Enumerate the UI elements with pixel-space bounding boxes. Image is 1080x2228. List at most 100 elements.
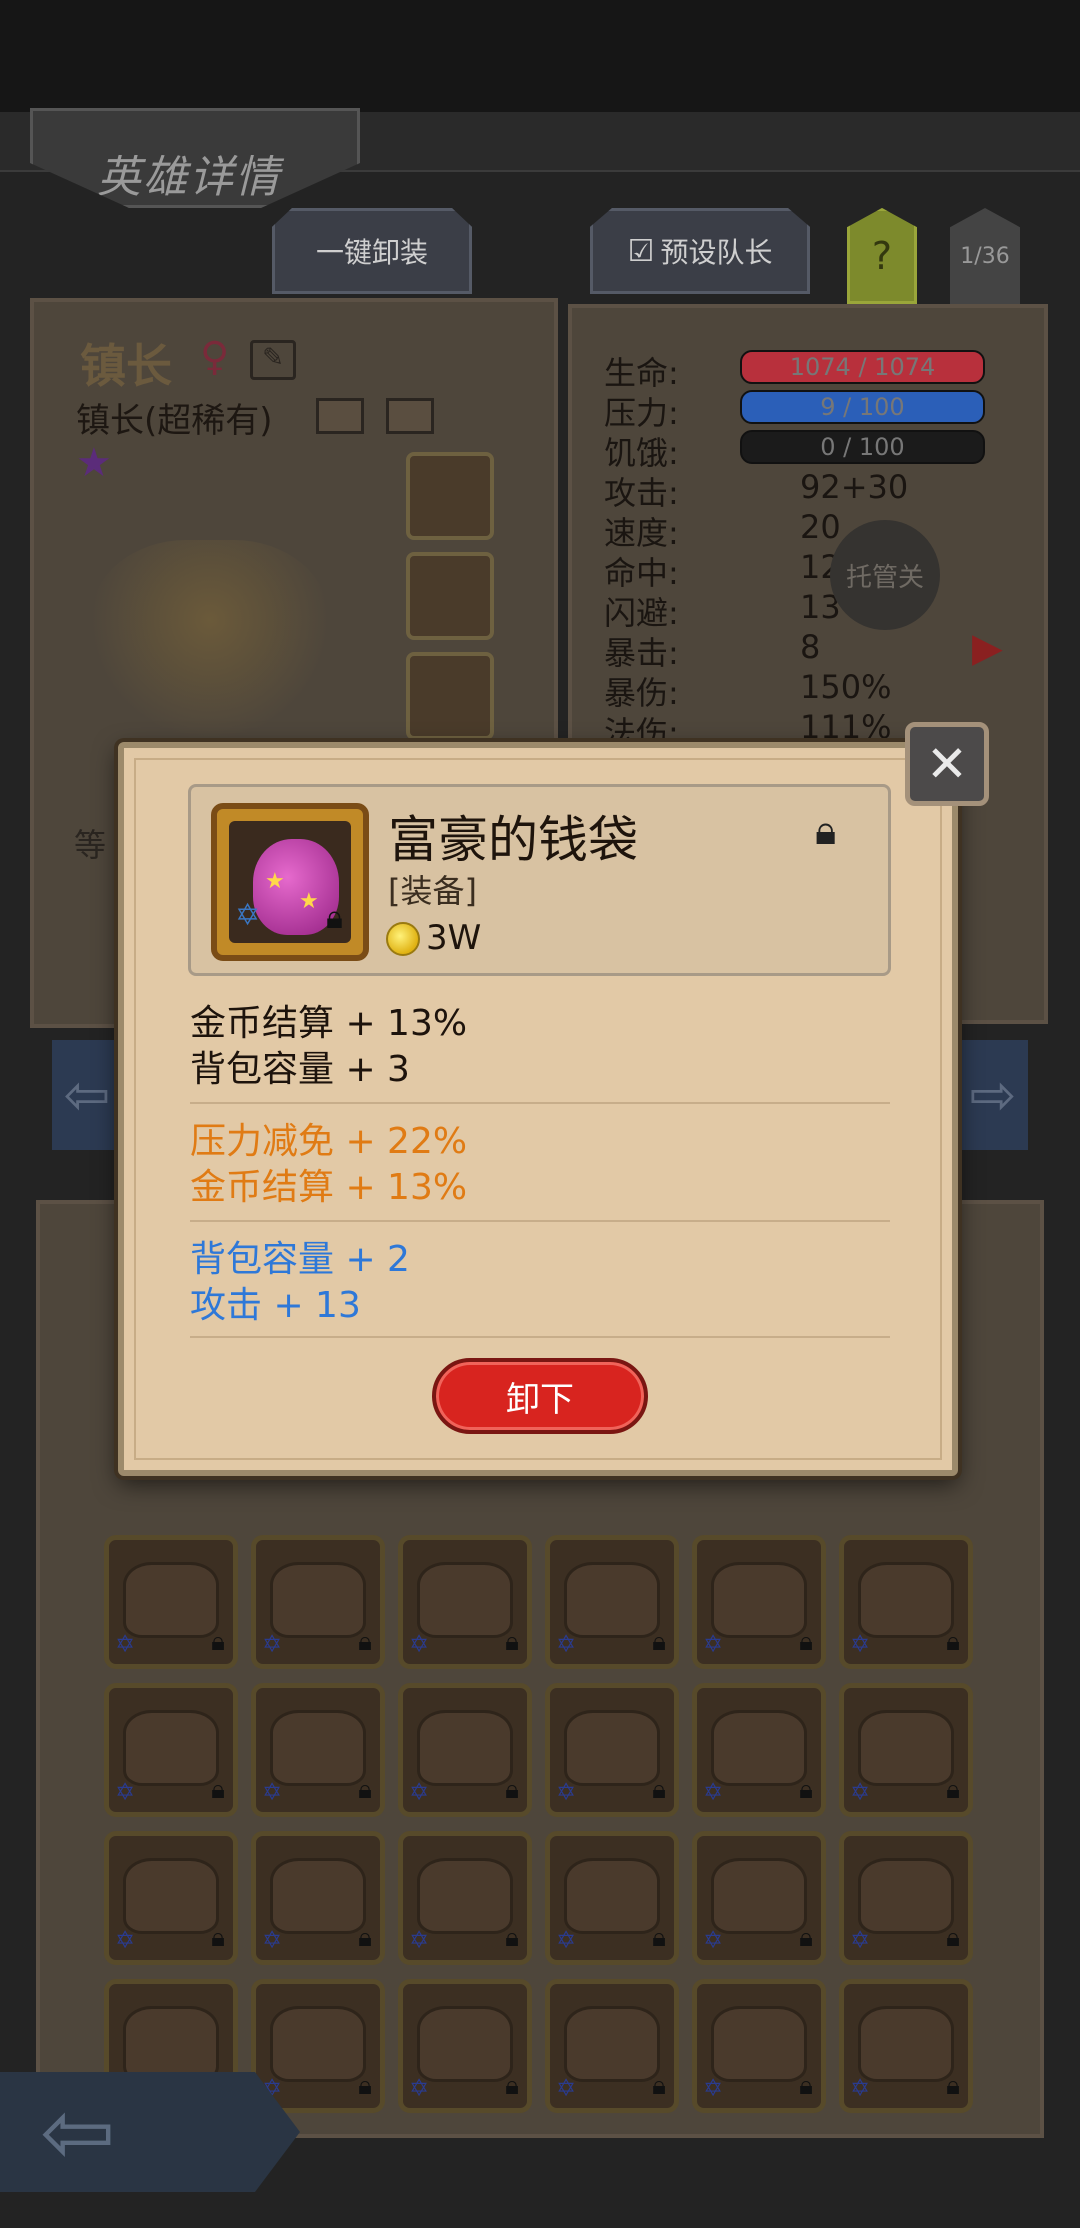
left-arrow-icon: ⇦ (63, 1062, 111, 1128)
coin-icon (386, 922, 420, 956)
chest-icon (417, 1562, 513, 1638)
inventory-slot[interactable]: 🔒︎ ✡ (104, 1535, 238, 1669)
inventory-slot[interactable]: 🔒︎✡ (839, 1979, 973, 2113)
help-button[interactable]: ? (847, 208, 917, 304)
lock-icon: 🔒︎ (799, 1775, 813, 1805)
inventory-slot[interactable]: 🔒︎✡ (839, 1535, 973, 1669)
chest-icon (858, 1858, 954, 1934)
bag-star-icon: ★ (299, 889, 319, 914)
stat-bar: 0 / 100 (740, 430, 985, 464)
checkbox-icon[interactable]: ☑ (628, 234, 655, 269)
inventory-slot[interactable]: 🔒︎✡ (692, 1831, 826, 1965)
lock-icon: 🔒︎ (799, 1627, 813, 1657)
item-name: 富豪的钱袋 (388, 811, 638, 869)
chest-icon (123, 1858, 219, 1934)
lock-icon: 🔒︎ (505, 1627, 519, 1657)
chest-icon (564, 2006, 660, 2082)
inventory-slot[interactable]: 🔒︎✡ (839, 1831, 973, 1965)
rank-star-icon: ✡ (703, 2074, 724, 2102)
chest-icon (858, 1562, 954, 1638)
equip-slot-1[interactable] (406, 452, 494, 540)
chest-icon (270, 2006, 366, 2082)
inventory-slot[interactable]: 🔒︎✡ (398, 1831, 532, 1965)
inventory-slot[interactable]: 🔒︎ ✡ (839, 1683, 973, 1817)
gender-icon: ♀ (200, 334, 230, 380)
next-hero-arrow[interactable]: ⇨ (958, 1040, 1028, 1150)
stat-value: 111% (800, 708, 892, 746)
inventory-slot[interactable]: 🔒︎✡ (251, 1683, 385, 1817)
inventory-slot[interactable]: 🔒︎✡ (545, 1535, 679, 1669)
rank-star-icon: ✡ (115, 1778, 136, 1806)
rank-star-icon: ✡ (115, 1926, 136, 1954)
one-click-unequip-label: 一键卸装 (315, 236, 428, 269)
equip-slot-3[interactable] (406, 652, 494, 740)
item-price: 3W (426, 918, 482, 958)
rank-star-icon: ✡ (409, 1926, 430, 1954)
skill-icon-1[interactable] (316, 398, 364, 434)
lock-icon: 🔒︎ (358, 2071, 372, 2101)
chest-icon (711, 1710, 807, 1786)
expand-stats-arrow-icon[interactable]: ▶ (972, 625, 1003, 671)
inventory-slot[interactable]: 🔒︎✡ (545, 1683, 679, 1817)
lock-icon: 🔒︎ (946, 1775, 960, 1805)
edit-name-icon[interactable]: ✎ (250, 340, 296, 380)
rank-star-icon: ✡ (115, 1630, 136, 1658)
stat-value: 92+30 (800, 468, 909, 506)
hero-name: 镇长 (80, 339, 172, 393)
lock-icon: 🔒︎ (358, 1775, 372, 1805)
rank-star-icon: ✡ (409, 1630, 430, 1658)
equip-slot-2[interactable] (406, 552, 494, 640)
inventory-slot[interactable]: 🔒︎✡ (251, 1979, 385, 2113)
page-title: 英雄详情 (97, 152, 281, 203)
inventory-slot[interactable]: 🔒︎ ✡ (398, 1535, 532, 1669)
skill-icon-2[interactable] (386, 398, 434, 434)
orange-attr-2: 金币结算 + 13% (190, 1167, 468, 1208)
inventory-slot[interactable]: 🔒︎✡ (545, 1831, 679, 1965)
lock-icon: 🔒︎ (799, 2071, 813, 2101)
lock-icon: 🔒︎ (211, 1627, 225, 1657)
hero-portrait[interactable] (90, 540, 330, 740)
orange-attr-1: 压力减免 + 22% (190, 1121, 468, 1162)
prev-hero-arrow[interactable]: ⇦ (52, 1040, 122, 1150)
chest-icon (270, 1710, 366, 1786)
rarity-star-icon: ★ (76, 440, 112, 486)
unequip-button[interactable]: 卸下 (432, 1358, 648, 1434)
rank-star-icon: ✡ (703, 1778, 724, 1806)
lock-icon: 🔒︎ (652, 1627, 666, 1657)
rank-star-icon: ✡ (850, 2074, 871, 2102)
chest-icon (564, 1710, 660, 1786)
inventory-slot[interactable]: 🔒︎✡ (545, 1979, 679, 2113)
stat-bar: 9 / 100 (740, 390, 985, 424)
lock-icon: 🔒︎ (211, 1775, 225, 1805)
page-count: 1/36 (950, 208, 1020, 304)
lock-icon: 🔒︎ (325, 898, 343, 936)
lock-icon: 🔒︎ (211, 1923, 225, 1953)
status-bar (0, 0, 1080, 112)
rank-star-icon: ✡ (703, 1630, 724, 1658)
inventory-slot[interactable]: 🔒︎✡ (398, 1979, 532, 2113)
blue-attr-2: 攻击 + 13 (190, 1285, 361, 1326)
rank-star-icon: ✡ (850, 1778, 871, 1806)
inventory-slot[interactable]: 🔒︎ ✡ (104, 1831, 238, 1965)
lock-toggle-icon[interactable]: 🔒︎ (815, 808, 836, 854)
auto-mode-label: 托管关 (845, 562, 924, 593)
inventory-slot[interactable]: 🔒︎ ✡ (692, 1535, 826, 1669)
unequip-label: 卸下 (506, 1379, 574, 1420)
item-icon[interactable]: ★ ★ ✡ 🔒︎ (211, 803, 369, 961)
rank-star-icon: ✡ (556, 1778, 577, 1806)
inventory-slot[interactable]: 🔒︎ ✡ (692, 1683, 826, 1817)
preset-leader-toggle[interactable]: ☑ 预设队长 (590, 208, 810, 294)
stat-value: 150% (800, 668, 892, 706)
inventory-slot[interactable]: 🔒︎ ✡ (692, 1979, 826, 2113)
inventory-slot[interactable]: 🔒︎ ✡ (104, 1683, 238, 1817)
close-button[interactable]: ✕ (905, 722, 989, 806)
one-click-unequip-button[interactable]: 一键卸装 (272, 208, 472, 294)
back-button[interactable]: ⇦ (0, 2072, 300, 2192)
inventory-slot[interactable]: 🔒︎✡ (398, 1683, 532, 1817)
auto-mode-button[interactable]: 托管关 (830, 520, 940, 630)
inventory-slot[interactable]: 🔒︎✡ (251, 1535, 385, 1669)
inventory-slot[interactable]: 🔒︎✡ (251, 1831, 385, 1965)
preset-leader-label: 预设队长 (660, 236, 773, 269)
rank-star-icon: ✡ (850, 1630, 871, 1658)
rank-star-icon: ✡ (556, 2074, 577, 2102)
